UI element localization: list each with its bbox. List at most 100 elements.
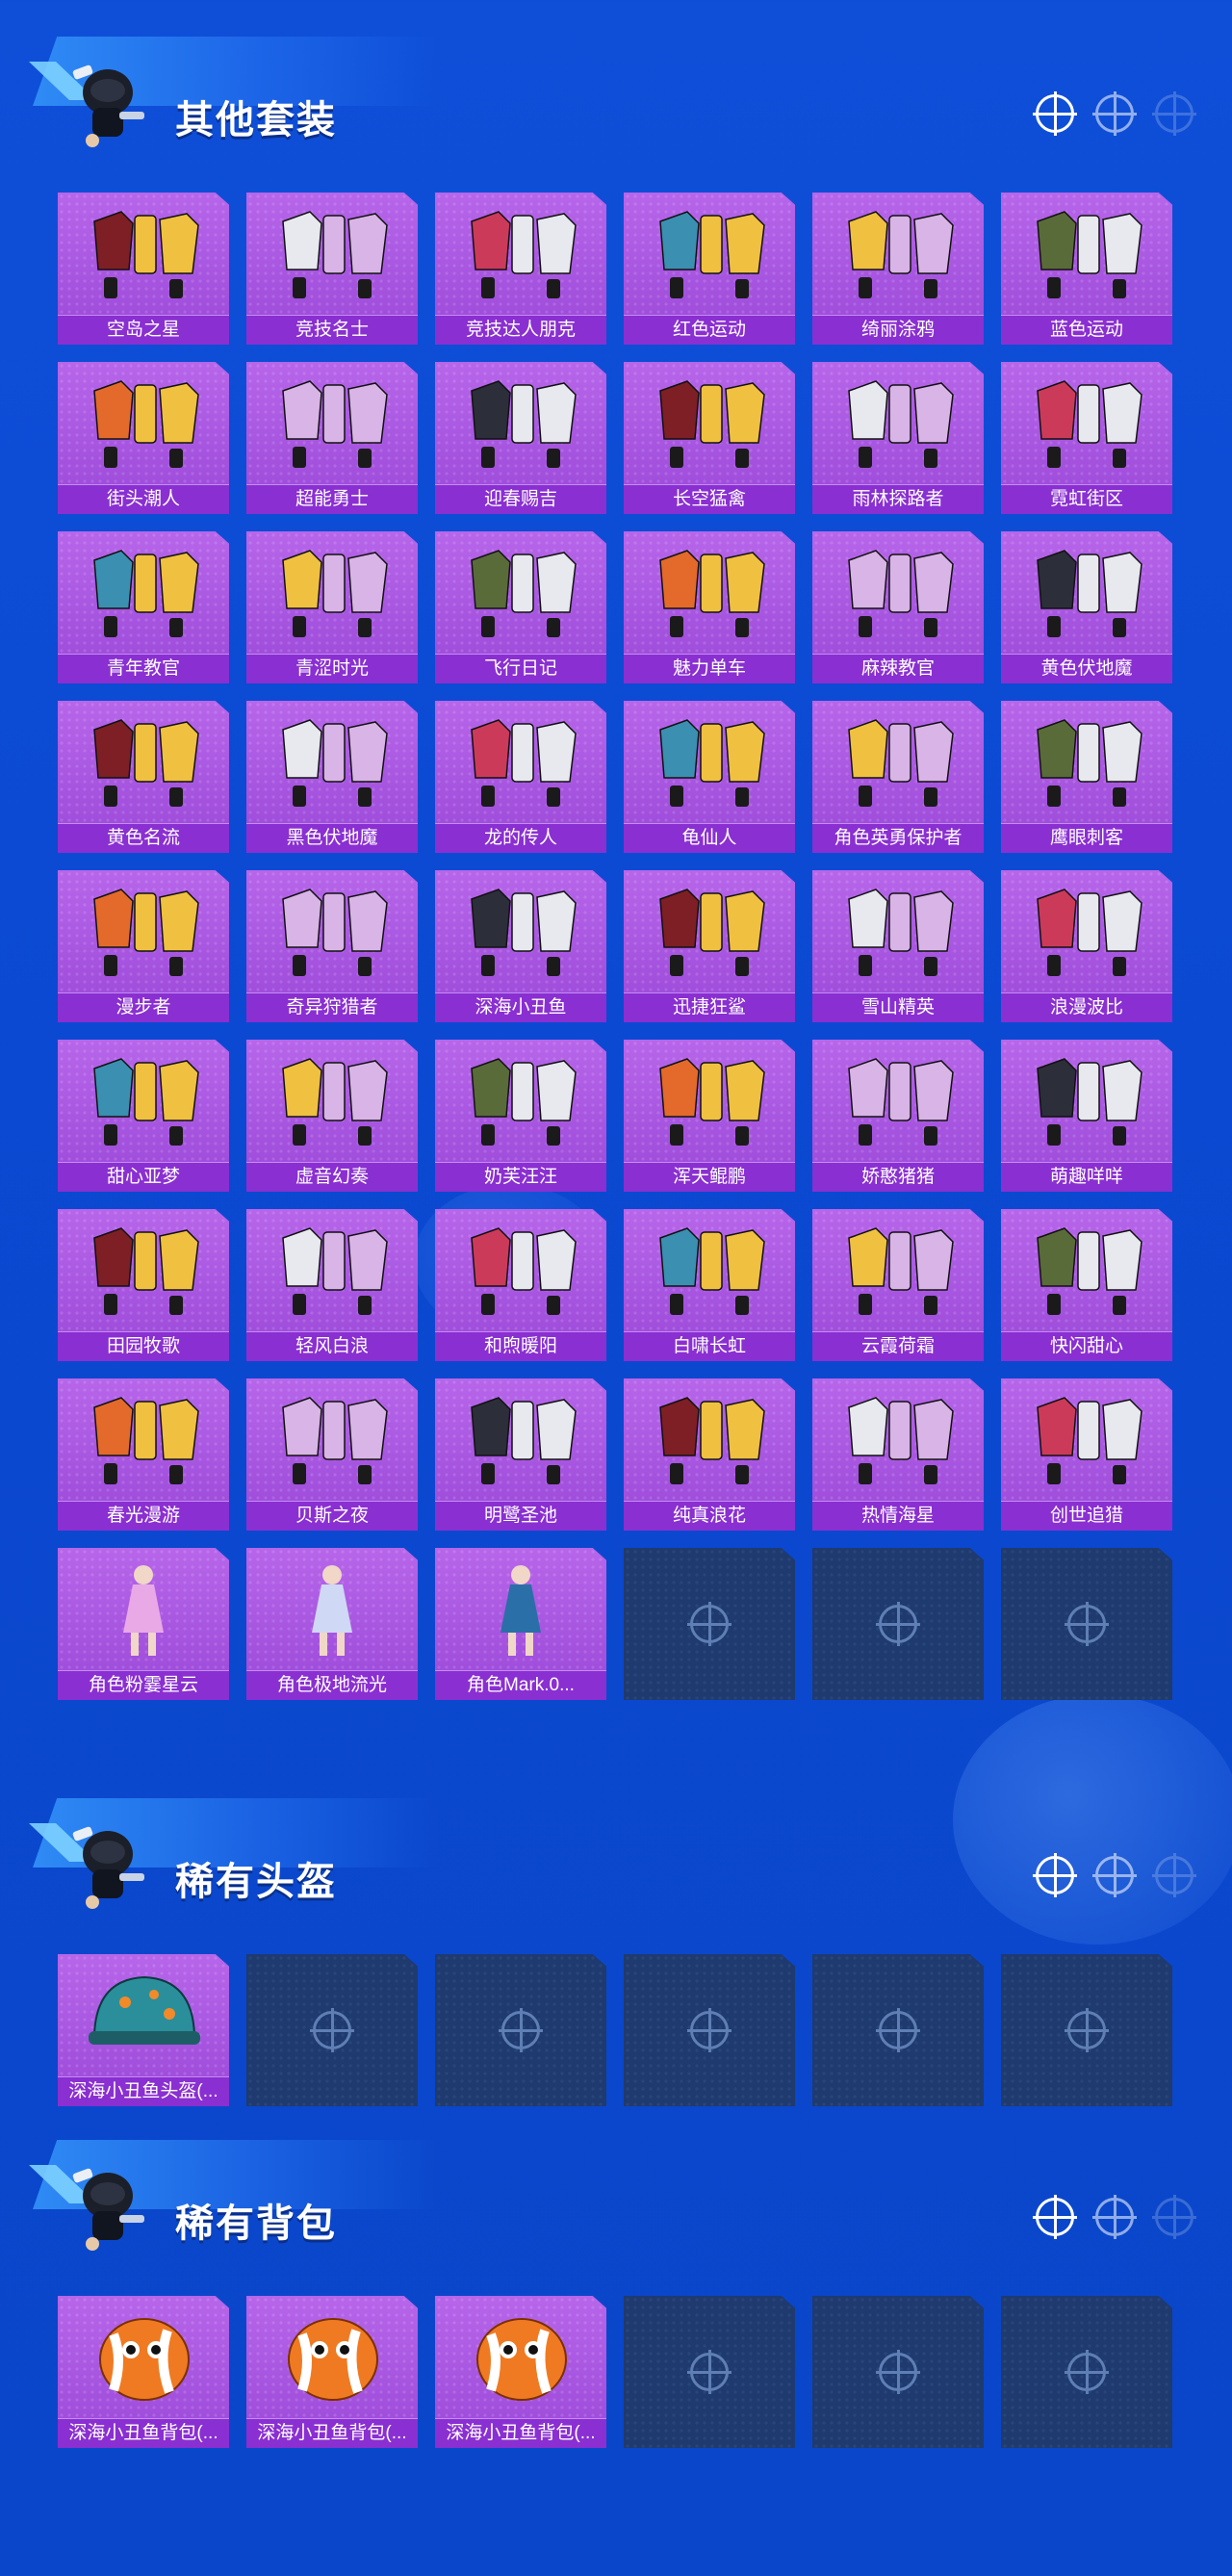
item-card[interactable]: 角色英勇保护者 <box>812 701 984 853</box>
item-card[interactable]: 深海小丑鱼背包(... <box>435 2296 606 2448</box>
item-card[interactable]: 深海小丑鱼头盔(... <box>58 1954 229 2106</box>
item-thumbnail <box>75 1219 212 1323</box>
item-card[interactable]: 黄色名流 <box>58 701 229 853</box>
item-card[interactable]: 霓虹街区 <box>1001 362 1172 514</box>
item-name-label: 迅捷狂鲨 <box>624 992 795 1022</box>
crosshair-target-icon <box>687 2350 732 2394</box>
item-name-label: 创世追猎 <box>1001 1501 1172 1531</box>
item-name-label: 热情海星 <box>812 1501 984 1531</box>
section-2: 稀有头盔深海小丑鱼头盔(... <box>0 1762 1232 2106</box>
item-card[interactable]: 和煦暖阳 <box>435 1209 606 1361</box>
item-name-label: 奶芙汪汪 <box>435 1162 606 1192</box>
item-card[interactable]: 魅力单车 <box>624 531 795 683</box>
item-card[interactable]: 奇异狩猎者 <box>246 870 418 1022</box>
item-card[interactable]: 竞技名士 <box>246 193 418 345</box>
item-card[interactable]: 深海小丑鱼 <box>435 870 606 1022</box>
item-card[interactable]: 白啸长虹 <box>624 1209 795 1361</box>
item-card[interactable]: 空岛之星 <box>58 193 229 345</box>
item-card[interactable]: 奶芙汪汪 <box>435 1040 606 1192</box>
section-title: 稀有背包 <box>175 2202 337 2245</box>
item-thumbnail <box>452 2306 589 2409</box>
item-card[interactable]: 纯真浪花 <box>624 1378 795 1531</box>
item-name-label: 飞行日记 <box>435 654 606 683</box>
crosshair-target-icon <box>1065 2008 1109 2052</box>
item-card[interactable]: 飞行日记 <box>435 531 606 683</box>
item-card[interactable]: 云霞荷霜 <box>812 1209 984 1361</box>
crosshair-target-icon <box>876 2008 920 2052</box>
item-card[interactable]: 红色运动 <box>624 193 795 345</box>
item-thumbnail <box>1018 880 1155 984</box>
item-thumbnail <box>1018 1219 1155 1323</box>
item-thumbnail <box>830 372 966 476</box>
item-name-label: 迎春赐吉 <box>435 484 606 514</box>
item-name-label: 龟仙人 <box>624 823 795 853</box>
item-card[interactable]: 雨林探路者 <box>812 362 984 514</box>
item-card[interactable]: 绮丽涂鸦 <box>812 193 984 345</box>
item-card[interactable]: 黑色伏地魔 <box>246 701 418 853</box>
item-card[interactable]: 鹰眼刺客 <box>1001 701 1172 853</box>
item-card[interactable]: 深海小丑鱼背包(... <box>246 2296 418 2448</box>
item-name-label: 超能勇士 <box>246 484 418 514</box>
item-name-label: 黄色伏地魔 <box>1001 654 1172 683</box>
item-card[interactable]: 龟仙人 <box>624 701 795 853</box>
item-card[interactable]: 超能勇士 <box>246 362 418 514</box>
item-card[interactable]: 迎春赐吉 <box>435 362 606 514</box>
item-thumbnail <box>641 541 778 645</box>
item-card[interactable]: 春光漫游 <box>58 1378 229 1531</box>
item-card[interactable]: 黄色伏地魔 <box>1001 531 1172 683</box>
empty-slot <box>246 1954 418 2106</box>
item-thumbnail <box>264 372 400 476</box>
item-card[interactable]: 蓝色运动 <box>1001 193 1172 345</box>
crosshair-target-icon <box>1092 2195 1137 2239</box>
item-card[interactable]: 龙的传人 <box>435 701 606 853</box>
header-target-icons <box>1033 1853 1196 1897</box>
item-thumbnail <box>452 1388 589 1492</box>
item-name-label: 和煦暖阳 <box>435 1331 606 1361</box>
item-thumbnail <box>264 1388 400 1492</box>
item-card[interactable]: 田园牧歌 <box>58 1209 229 1361</box>
crosshair-target-icon <box>1152 1853 1196 1897</box>
section-title: 稀有头盔 <box>175 1861 337 1903</box>
item-card[interactable]: 虚音幻奏 <box>246 1040 418 1192</box>
item-card[interactable]: 漫步者 <box>58 870 229 1022</box>
item-thumbnail <box>1018 710 1155 814</box>
item-card[interactable]: 萌趣咩咩 <box>1001 1040 1172 1192</box>
item-card[interactable]: 竞技达人朋克 <box>435 193 606 345</box>
item-card[interactable]: 角色极地流光 <box>246 1548 418 1700</box>
item-card[interactable]: 长空猛禽 <box>624 362 795 514</box>
item-card[interactable]: 贝斯之夜 <box>246 1378 418 1531</box>
item-card[interactable]: 角色粉霎星云 <box>58 1548 229 1700</box>
item-name-label: 角色Mark.0... <box>435 1670 606 1700</box>
item-card[interactable]: 雪山精英 <box>812 870 984 1022</box>
item-card[interactable]: 快闪甜心 <box>1001 1209 1172 1361</box>
item-thumbnail <box>830 202 966 306</box>
item-card[interactable]: 娇憨猪猪 <box>812 1040 984 1192</box>
item-thumbnail <box>75 2306 212 2409</box>
crosshair-target-icon <box>1065 1602 1109 1646</box>
item-card[interactable]: 轻风白浪 <box>246 1209 418 1361</box>
item-thumbnail <box>1018 1388 1155 1492</box>
item-card[interactable]: 热情海星 <box>812 1378 984 1531</box>
item-card[interactable]: 浑天鲲鹏 <box>624 1040 795 1192</box>
item-name-label: 深海小丑鱼背包(... <box>58 2418 229 2448</box>
empty-slot <box>435 1954 606 2106</box>
item-thumbnail <box>452 880 589 984</box>
item-card[interactable]: 青年教官 <box>58 531 229 683</box>
item-thumbnail <box>452 202 589 306</box>
item-card[interactable]: 甜心亚梦 <box>58 1040 229 1192</box>
item-card[interactable]: 街头潮人 <box>58 362 229 514</box>
item-name-label: 长空猛禽 <box>624 484 795 514</box>
item-card[interactable]: 浪漫波比 <box>1001 870 1172 1022</box>
item-card[interactable]: 迅捷狂鲨 <box>624 870 795 1022</box>
item-thumbnail <box>75 372 212 476</box>
item-grid: 空岛之星 竞技名士 竞技达人朋克 红色运动 绮丽涂鸦 蓝色运动街头潮人 超能勇士 迎春赐吉 长空… <box>58 193 1172 1700</box>
crosshair-target-icon <box>1092 91 1137 136</box>
item-card[interactable]: 角色Mark.0... <box>435 1548 606 1700</box>
item-card[interactable]: 明鹭圣池 <box>435 1378 606 1531</box>
item-card[interactable]: 创世追猎 <box>1001 1378 1172 1531</box>
item-name-label: 黄色名流 <box>58 823 229 853</box>
item-card[interactable]: 麻辣教官 <box>812 531 984 683</box>
item-card[interactable]: 青涩时光 <box>246 531 418 683</box>
item-name-label: 娇憨猪猪 <box>812 1162 984 1192</box>
item-card[interactable]: 深海小丑鱼背包(... <box>58 2296 229 2448</box>
